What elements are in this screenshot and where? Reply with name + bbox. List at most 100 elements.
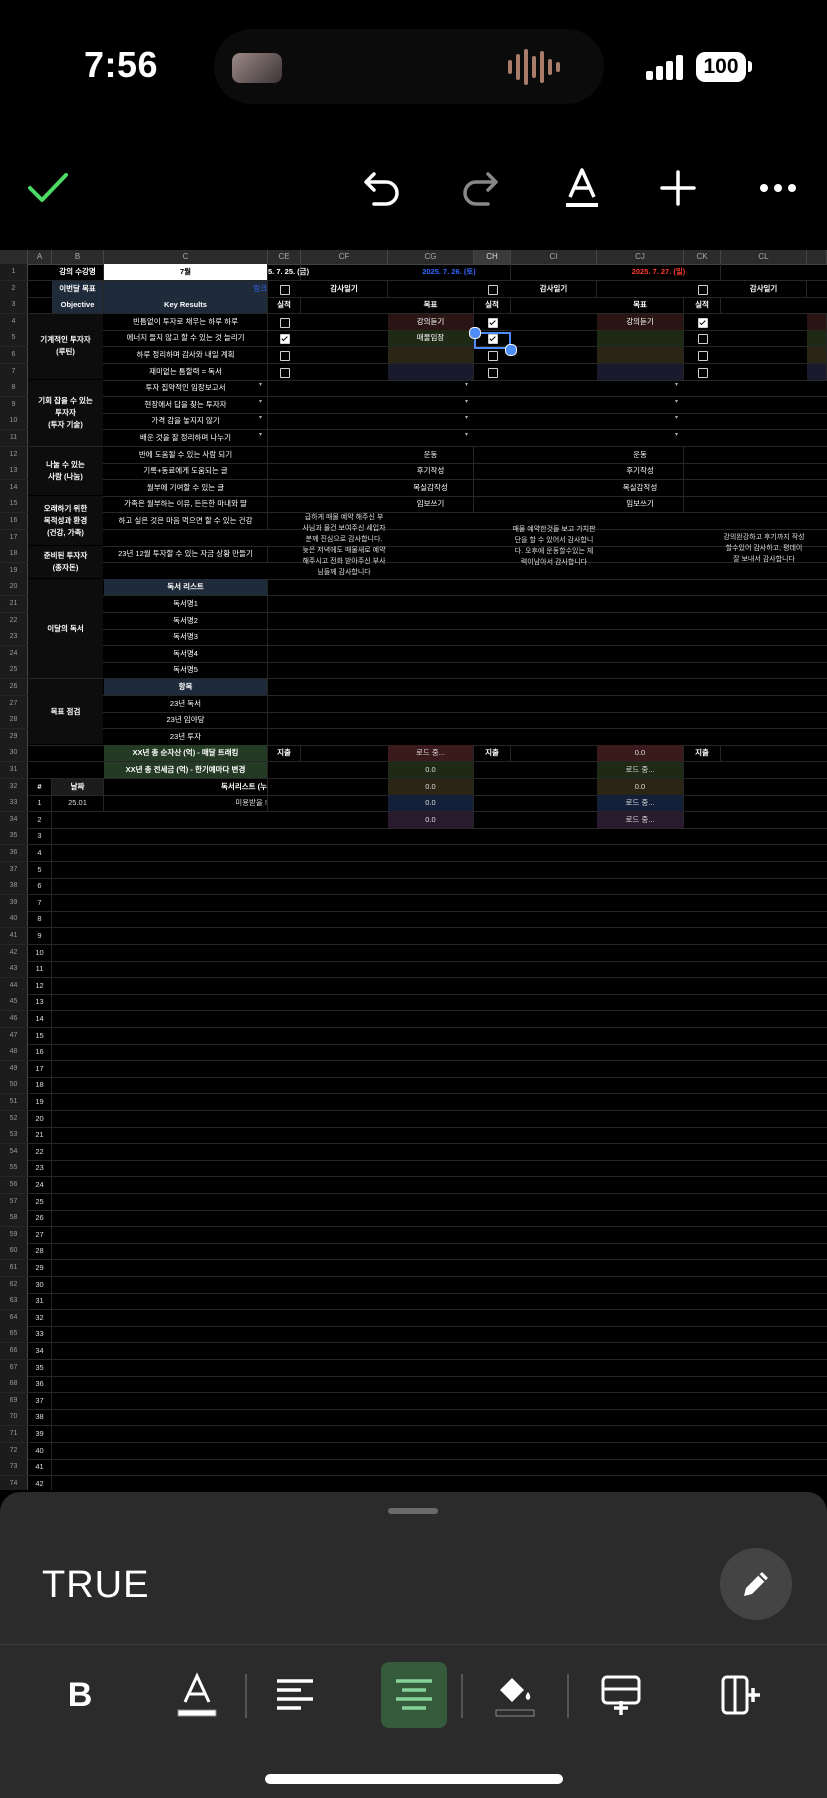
goal-text-cell[interactable]: 목실감작성: [388, 479, 474, 496]
index-cell[interactable]: 13: [28, 994, 52, 1011]
date-cell[interactable]: 25.01: [52, 795, 104, 812]
text-format-icon[interactable]: [552, 158, 612, 218]
col-header-more[interactable]: [807, 250, 827, 264]
goal-header[interactable]: 목표: [388, 297, 474, 314]
col-header-ch[interactable]: CH: [474, 250, 511, 264]
key-result-cell[interactable]: 가격 감을 놓지지 않기: [104, 413, 268, 430]
row-number[interactable]: 12: [0, 446, 28, 463]
list-cell[interactable]: 독서명2: [104, 612, 268, 629]
row-number[interactable]: 67: [0, 1359, 28, 1376]
goal-text-cell[interactable]: 매물임장: [388, 330, 474, 347]
row-number[interactable]: 14: [0, 479, 28, 496]
index-cell[interactable]: 35: [28, 1359, 52, 1376]
index-cell[interactable]: 22: [28, 1143, 52, 1160]
key-result-cell[interactable]: 기록+동료에게 도움되는 글: [104, 463, 268, 480]
align-center-icon[interactable]: [381, 1662, 447, 1728]
row-number[interactable]: 58: [0, 1210, 28, 1227]
row-number[interactable]: 33: [0, 795, 28, 812]
row-number[interactable]: 73: [0, 1459, 28, 1476]
col-header-cl[interactable]: CL: [721, 250, 807, 264]
goal-text-cell[interactable]: 강의듣기: [388, 313, 474, 330]
index-cell[interactable]: 15: [28, 1027, 52, 1044]
key-result-cell[interactable]: 빈틈없이 투자로 채우는 하루 하루: [104, 313, 268, 330]
row-number[interactable]: 66: [0, 1343, 28, 1359]
key-result-cell[interactable]: 배운 것을 잘 정리하며 나누기: [104, 430, 268, 446]
goal-text-cell[interactable]: 임보쓰기: [597, 496, 684, 513]
row-number[interactable]: 34: [0, 811, 28, 828]
goal-text-cell[interactable]: 목실감작성: [597, 479, 684, 496]
index-cell[interactable]: 41: [28, 1459, 52, 1476]
index-cell[interactable]: 32: [28, 1309, 52, 1326]
dropdown-arrow-icon[interactable]: ▾: [675, 431, 678, 438]
goal-cell[interactable]: [597, 347, 684, 363]
cell-value[interactable]: TRUE: [42, 1564, 149, 1607]
reading-list-header[interactable]: 독서리스트 (누: [104, 778, 268, 795]
fill-color-icon[interactable]: [482, 1662, 548, 1728]
goal-cell[interactable]: [597, 330, 684, 347]
row-number[interactable]: 72: [0, 1442, 28, 1459]
key-result-cell[interactable]: 가족은 월부하는 이유, 든든한 마내와 딸: [104, 496, 268, 513]
row-number[interactable]: 40: [0, 911, 28, 928]
checkbox-ce5[interactable]: [279, 334, 290, 345]
gratitude-note-ci[interactable]: 매물 예약한것들 보고 가치판단을 할 수 있어서 감사합니다. 오후에 운동할…: [512, 524, 596, 568]
row-number[interactable]: 56: [0, 1177, 28, 1193]
col-header-cg[interactable]: CG: [388, 250, 474, 264]
dropdown-arrow-icon[interactable]: ▾: [675, 398, 678, 405]
objective-cell-o7[interactable]: 목표 점검: [28, 679, 103, 745]
checkbox-ce7[interactable]: [279, 367, 290, 378]
row-number[interactable]: 48: [0, 1044, 28, 1061]
row-number[interactable]: 39: [0, 894, 28, 911]
key-result-cell[interactable]: 에너지 들지 않고 할 수 있는 것 늘리기: [104, 330, 268, 347]
objective-cell-o6[interactable]: 이달의 독서: [28, 579, 103, 678]
index-cell[interactable]: 27: [28, 1226, 52, 1243]
date-header[interactable]: 날짜: [52, 778, 104, 795]
index-cell[interactable]: 39: [28, 1426, 52, 1442]
row-number[interactable]: 23: [0, 629, 28, 646]
goal-header[interactable]: 목표: [597, 297, 684, 314]
row-number[interactable]: 47: [0, 1027, 28, 1044]
dropdown-arrow-icon[interactable]: ▾: [259, 398, 262, 405]
row-number[interactable]: 44: [0, 977, 28, 994]
goal-text-cell[interactable]: 후기작성: [388, 463, 474, 480]
index-cell[interactable]: 10: [28, 944, 52, 961]
dropdown-arrow-icon[interactable]: ▾: [465, 414, 468, 421]
index-cell[interactable]: 30: [28, 1276, 52, 1293]
index-cell[interactable]: 29: [28, 1260, 52, 1276]
expense-cell[interactable]: 지출: [474, 745, 511, 762]
list-cell[interactable]: 독서명4: [104, 645, 268, 662]
row-number[interactable]: 17: [0, 529, 28, 546]
col-header-b[interactable]: B: [52, 250, 104, 264]
row-number[interactable]: 8: [0, 380, 28, 397]
row-number[interactable]: 22: [0, 612, 28, 629]
objective-cell-o5[interactable]: 준비된 투자자 (종자돈): [28, 546, 103, 579]
actual-header[interactable]: 실적: [474, 297, 511, 314]
row-number[interactable]: 10: [0, 413, 28, 430]
key-result-cell[interactable]: 하루 정리하며 감사와 내일 계획: [104, 347, 268, 363]
done-check-icon[interactable]: [18, 158, 78, 218]
index-cell[interactable]: 8: [28, 911, 52, 928]
row-number[interactable]: 29: [0, 728, 28, 745]
row-number[interactable]: 74: [0, 1475, 28, 1490]
checkbox-ch7[interactable]: [487, 367, 498, 378]
dynamic-island[interactable]: [214, 29, 604, 104]
row-number[interactable]: 6: [0, 347, 28, 363]
index-cell[interactable]: 20: [28, 1110, 52, 1127]
checkbox-ce2[interactable]: [279, 284, 290, 295]
row-number[interactable]: 70: [0, 1409, 28, 1426]
row-number[interactable]: 68: [0, 1376, 28, 1393]
month-cell[interactable]: 7월: [104, 264, 268, 280]
date-cell-jul27[interactable]: 2025. 7. 27. (일): [597, 264, 721, 280]
index-cell[interactable]: 17: [28, 1060, 52, 1077]
index-cell[interactable]: 4: [28, 845, 52, 861]
index-cell[interactable]: 36: [28, 1376, 52, 1393]
redo-icon[interactable]: [450, 158, 510, 218]
goal-cell[interactable]: [388, 363, 474, 380]
dropdown-arrow-icon[interactable]: ▾: [259, 431, 262, 438]
row-number[interactable]: 21: [0, 596, 28, 612]
row-number[interactable]: 20: [0, 579, 28, 596]
checkbox-ck6[interactable]: [697, 351, 708, 361]
index-cell[interactable]: 6: [28, 878, 52, 895]
objective-cell-o3[interactable]: 나눌 수 있는 사람 (나눔): [28, 446, 103, 496]
dropdown-arrow-icon[interactable]: ▾: [465, 398, 468, 405]
key-result-cell[interactable]: 23년 12월 투자할 수 있는 자금 상황 만들기: [104, 546, 268, 563]
